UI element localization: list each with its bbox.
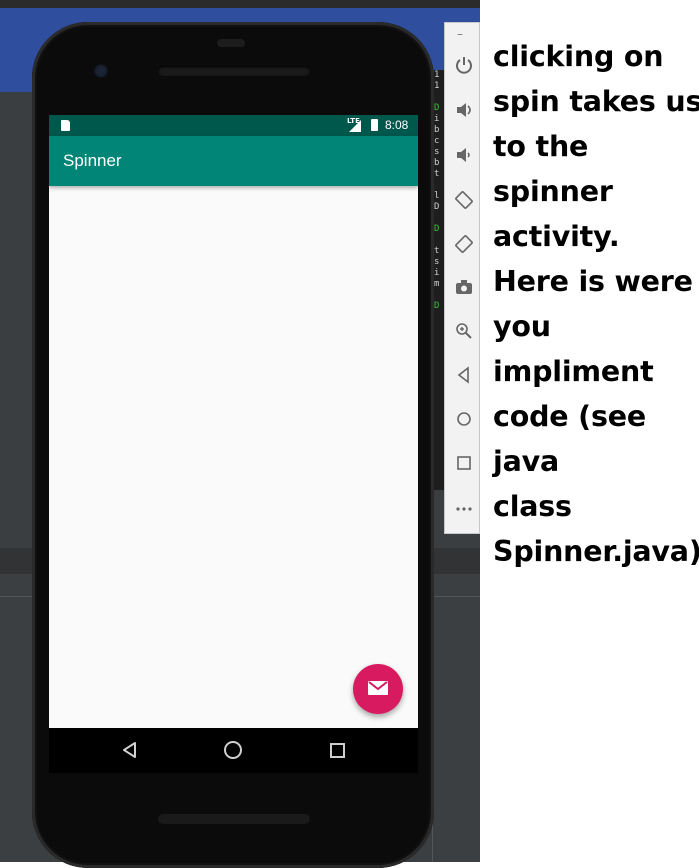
emulator-toolbar: – <box>444 22 480 534</box>
log-line: l <box>434 191 440 201</box>
annotation-line: spin takes us <box>493 85 699 118</box>
log-line: 1 <box>434 81 440 91</box>
log-line: t <box>434 169 440 179</box>
rotate-left-icon[interactable] <box>451 189 477 215</box>
log-line: t <box>434 246 440 256</box>
recents-square-icon[interactable] <box>330 743 345 758</box>
top-speaker <box>158 66 310 76</box>
status-time: 8:08 <box>385 118 409 132</box>
device-screen: LTE 8:08 Spinner <box>49 115 418 728</box>
overview-icon[interactable] <box>451 453 477 479</box>
sd-card-icon <box>61 120 70 131</box>
email-icon <box>368 681 388 695</box>
power-icon[interactable] <box>451 55 477 81</box>
status-bar: LTE 8:08 <box>49 115 418 136</box>
annotation-line: clicking on <box>493 40 664 73</box>
earpiece <box>217 39 245 47</box>
log-line: s <box>434 257 440 267</box>
log-line: D <box>434 224 440 234</box>
bottom-speaker <box>158 814 310 824</box>
log-line: c <box>434 136 440 146</box>
annotation-line: Here is were <box>493 265 693 298</box>
home-circle-icon[interactable] <box>224 741 242 759</box>
log-line: m <box>434 279 440 289</box>
log-line: i <box>434 114 440 124</box>
volume-down-icon[interactable] <box>451 145 477 171</box>
log-line: 1 <box>434 70 440 80</box>
ide-title-bar <box>0 0 480 8</box>
log-line: D <box>434 103 440 113</box>
back-triangle-icon[interactable] <box>121 741 137 763</box>
logcat-column: 1 1 D i b c s b t l D D t s i m D <box>434 70 444 490</box>
battery-icon <box>371 119 378 131</box>
app-bar-title: Spinner <box>63 151 122 170</box>
home-icon[interactable] <box>451 409 477 435</box>
rotate-right-icon[interactable] <box>451 233 477 259</box>
log-line: D <box>434 301 440 311</box>
log-line: b <box>434 158 440 168</box>
annotation-line: spinner <box>493 175 613 208</box>
log-line: s <box>434 147 440 157</box>
zoom-icon[interactable] <box>451 321 477 347</box>
annotation-line: class <box>493 490 572 523</box>
front-camera-icon <box>94 64 108 78</box>
volume-up-icon[interactable] <box>451 100 477 126</box>
annotation-line: code (see <box>493 400 646 433</box>
annotation-line: activity. <box>493 220 620 253</box>
camera-icon[interactable] <box>451 277 477 303</box>
annotation-line: impliment <box>493 355 654 388</box>
signal-icon <box>349 120 361 132</box>
app-bar: Spinner <box>49 136 418 186</box>
log-line: b <box>434 125 440 135</box>
log-line: D <box>434 202 440 212</box>
email-fab-button[interactable] <box>353 664 403 714</box>
annotation-text: clicking on spin takes us to the spinner… <box>493 34 699 574</box>
annotation-line: java <box>493 445 560 478</box>
back-icon[interactable] <box>451 365 477 391</box>
log-line: i <box>434 268 440 278</box>
minimize-icon[interactable]: – <box>457 27 463 41</box>
navigation-bar <box>49 728 418 773</box>
more-icon[interactable] <box>451 497 477 523</box>
annotation-line: you <box>493 310 551 343</box>
annotation-line: to the <box>493 130 589 163</box>
annotation-line: Spinner.java) <box>493 535 699 568</box>
